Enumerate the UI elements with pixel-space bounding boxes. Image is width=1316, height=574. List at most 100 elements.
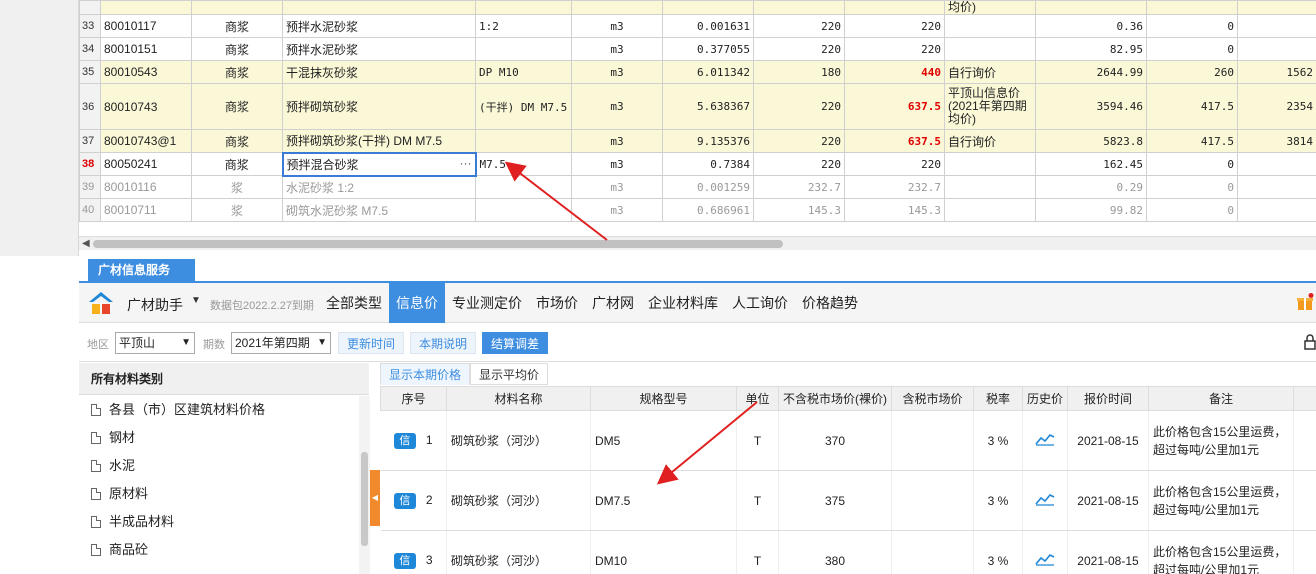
column-header[interactable]: 规格型号 <box>590 386 737 411</box>
info-badge[interactable]: 信 <box>393 552 416 569</box>
cell-code[interactable]: 80010151 <box>100 37 192 61</box>
cell-type[interactable]: 商浆 <box>191 152 283 176</box>
table-row[interactable]: 均价) <box>79 0 1316 15</box>
gift-icon[interactable] <box>1296 293 1314 311</box>
horizontal-scrollbar[interactable]: ◀ <box>79 236 1316 250</box>
cell-name[interactable]: 砌筑砂浆（河沙） <box>446 530 591 574</box>
cell-extra[interactable] <box>1237 152 1316 176</box>
cell-type[interactable] <box>191 0 283 15</box>
cell-type[interactable]: 商浆 <box>191 60 283 84</box>
cell-unit[interactable] <box>571 0 663 15</box>
cell-price2[interactable]: 637.5 <box>844 83 945 130</box>
cell-extra[interactable] <box>1237 0 1316 15</box>
trend-chart-icon[interactable] <box>1035 432 1055 446</box>
brand-label[interactable]: 广材助手 <box>127 295 183 315</box>
cell-qty[interactable]: 6.011342 <box>662 60 754 84</box>
cell-qty[interactable]: 0.686961 <box>662 198 754 222</box>
table-row[interactable]: 33 80010117 商浆 预拌水泥砂浆 1:2 m3 0.001631 220 220 0.3… <box>79 14 1316 38</box>
cell-code[interactable] <box>100 0 192 15</box>
cell-tax-price[interactable] <box>891 410 974 471</box>
cell-name[interactable]: 预拌砌筑砂浆 <box>282 83 476 130</box>
info-badge[interactable]: 信 <box>393 492 416 509</box>
cell-code[interactable]: 80010711 <box>100 198 192 222</box>
update-time-button[interactable]: 更新时间 <box>338 332 405 354</box>
cell-qty[interactable]: 0.001631 <box>662 14 754 38</box>
cell-num[interactable]: 33 <box>79 14 101 38</box>
cell-price1[interactable]: 220 <box>753 83 845 130</box>
cell-unit[interactable]: T <box>736 410 779 471</box>
cell-total[interactable]: 99.82 <box>1035 198 1147 222</box>
cell-price2[interactable] <box>844 0 945 15</box>
cell-unit[interactable]: m3 <box>571 129 663 153</box>
cell-unit[interactable]: m3 <box>571 198 663 222</box>
cell-name[interactable]: 预拌混合砂浆 ··· <box>281 151 477 177</box>
cell-type[interactable]: 商浆 <box>191 14 283 38</box>
cell-note[interactable]: 此价格包含15公里运费， 超过每吨/公里加1元 <box>1148 470 1294 531</box>
cell-diff[interactable] <box>1146 0 1238 15</box>
cell-unit[interactable]: T <box>736 470 779 531</box>
cell-source[interactable] <box>944 152 1036 176</box>
cell-extra[interactable] <box>1237 175 1316 199</box>
cell-unit[interactable]: m3 <box>571 60 663 84</box>
table-row[interactable]: 34 80010151 商浆 预拌水泥砂浆 m3 0.377055 220 220 82.95 0 <box>79 37 1316 61</box>
cell-price1[interactable]: 180 <box>753 60 845 84</box>
cell-name[interactable] <box>282 0 476 15</box>
category-item[interactable]: 水泥 <box>79 452 359 480</box>
info-badge[interactable]: 信 <box>393 432 416 449</box>
cell-code[interactable]: 80010743 <box>100 83 192 130</box>
cell-diff[interactable]: 417.5 <box>1146 129 1238 153</box>
cell-source[interactable]: 自行询价 <box>944 129 1036 153</box>
cell-unit[interactable]: m3 <box>571 14 663 38</box>
column-header[interactable]: 备注 <box>1148 386 1294 411</box>
column-header[interactable]: 含税市场价 <box>891 386 974 411</box>
cell-spec[interactable] <box>475 0 572 15</box>
cell-diff[interactable]: 0 <box>1146 152 1238 176</box>
cell-price2[interactable]: 220 <box>844 14 945 38</box>
cell-name[interactable]: 砌筑砂浆（河沙） <box>446 470 591 531</box>
cell-source[interactable] <box>944 175 1036 199</box>
cell-name[interactable]: 预拌水泥砂浆 <box>282 37 476 61</box>
category-item[interactable]: 原材料 <box>79 480 359 508</box>
menu-item[interactable]: 企业材料库 <box>641 283 725 323</box>
table-row[interactable]: 信 3 砌筑砂浆（河沙） DM10 T 380 3 % 2021-08-15 此价格包含15公里… <box>380 530 1316 574</box>
cell-price[interactable]: 370 <box>778 410 892 471</box>
cell-spec[interactable] <box>475 198 572 222</box>
cell-num[interactable]: 40 <box>79 198 101 222</box>
cell-diff[interactable]: 0 <box>1146 37 1238 61</box>
cell-qty[interactable]: 0.377055 <box>662 37 754 61</box>
table-row[interactable]: 39 80010116 浆水泥砂浆 1:2 m3 0.001259 232.7 232.7 0… <box>79 175 1316 199</box>
cell-rate[interactable]: 3 % <box>973 410 1023 471</box>
cell-total[interactable]: 162.45 <box>1035 152 1147 176</box>
category-item[interactable]: 各县（市）区建筑材料价格 <box>79 396 359 424</box>
region-select[interactable]: 平顶山 ▼ <box>115 332 195 354</box>
cell-extra[interactable] <box>1237 198 1316 222</box>
column-header[interactable]: 报价时间 <box>1067 386 1149 411</box>
cell-type[interactable]: 商浆 <box>191 37 283 61</box>
table-row[interactable]: 37 80010743@1 商浆 预拌砌筑砂浆(干拌) DM M7.5 m3 9.1353… <box>79 129 1316 153</box>
cell-date[interactable]: 2021-08-15 <box>1067 410 1149 471</box>
cell-unit[interactable]: T <box>736 530 779 574</box>
column-header[interactable]: 历史价 <box>1022 386 1068 411</box>
category-scrollbar[interactable] <box>359 396 370 574</box>
cell-type[interactable]: 商浆 <box>191 129 283 153</box>
column-header[interactable]: 单位 <box>736 386 779 411</box>
menu-item[interactable]: 价格趋势 <box>795 283 865 323</box>
category-item[interactable]: 钢材 <box>79 424 359 452</box>
cell-num[interactable]: 37 <box>79 129 101 153</box>
cell-diff[interactable]: 0 <box>1146 175 1238 199</box>
cell-unit[interactable]: m3 <box>571 37 663 61</box>
cell-price[interactable]: 380 <box>778 530 892 574</box>
cell-diff[interactable]: 0 <box>1146 14 1238 38</box>
cell-source[interactable]: 平顶山信息价(2021年第四期均价) <box>944 83 1036 130</box>
cell-index[interactable]: 信2 <box>380 470 447 531</box>
cell-qty[interactable]: 5.638367 <box>662 83 754 130</box>
cell-spec[interactable]: (干拌) DM M7.5 <box>475 83 572 130</box>
cell-total[interactable]: 3594.46 <box>1035 83 1147 130</box>
column-header[interactable]: 材料名称 <box>446 386 591 411</box>
lock-icon[interactable] <box>1304 334 1316 350</box>
cell-name[interactable]: 水泥砂浆 1:2 <box>282 175 476 199</box>
cell-date[interactable]: 2021-08-15 <box>1067 530 1149 574</box>
period-explain-button[interactable]: 本期说明 <box>410 332 477 354</box>
cell-rate[interactable]: 3 % <box>973 470 1023 531</box>
category-item[interactable]: 半成品材料 <box>79 508 359 536</box>
